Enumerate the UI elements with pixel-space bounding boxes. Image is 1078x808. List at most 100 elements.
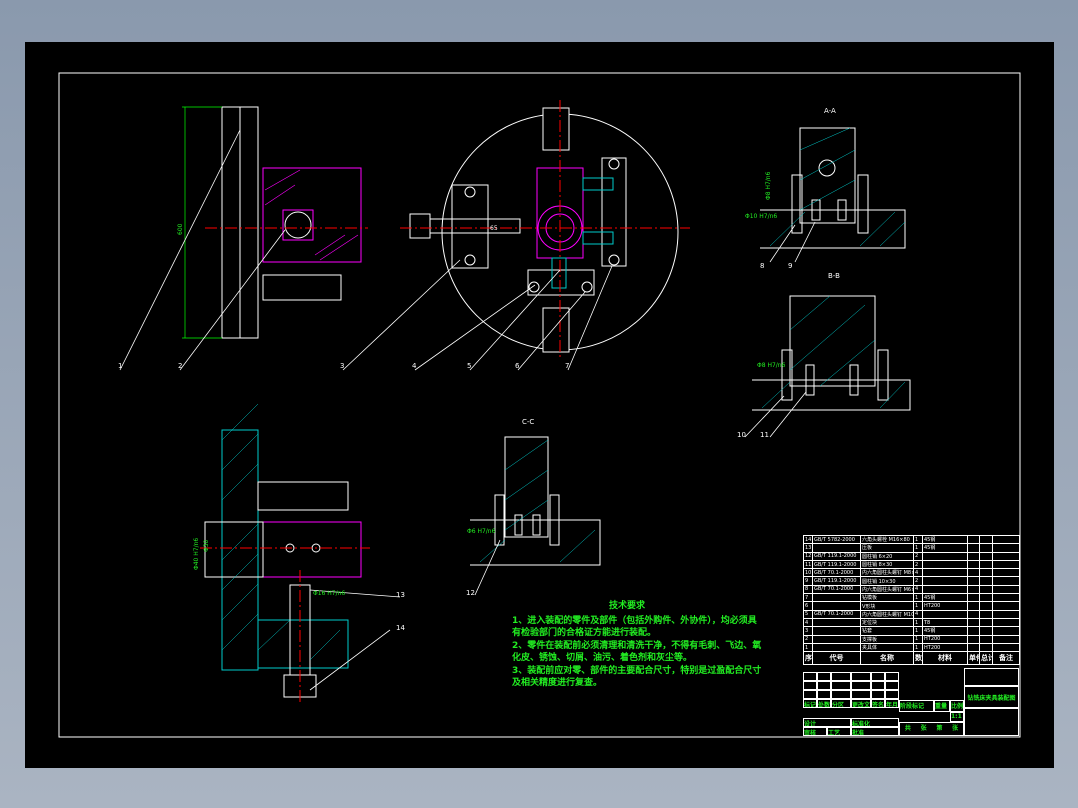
drawing-canvas[interactable]: 1 2 3 4 5 6 7 8 9 10 11 12 13 14 A-A B-B… (25, 42, 1054, 768)
tb-label: 更改文件号 (851, 699, 871, 708)
bom-cell: 圆柱销 10×30 (860, 576, 914, 586)
dim-height-text: 600 (177, 223, 184, 235)
bom-cell: GB/T 70.1-2000 (812, 568, 861, 578)
tb-sheet-no: 第 (936, 725, 943, 732)
technical-requirements: 技术要求 1、进入装配的零件及部件（包括外购件、外协件），均必须具有检验部门的合… (512, 600, 762, 690)
tb-review: 审核 (803, 727, 827, 736)
bom-cell (979, 543, 993, 553)
tb-process: 工艺 (827, 727, 851, 736)
bom-cell (979, 617, 993, 628)
bom-cell: T8 (922, 617, 968, 628)
bom-cell: 钻模板 (860, 593, 914, 603)
tb-drawing-no (964, 708, 1019, 736)
bom-cell (992, 543, 1020, 553)
callout-10: 10 (737, 431, 746, 439)
bom-cell: 定位块 (860, 617, 914, 628)
bom-cell (979, 609, 993, 619)
tb-cell (871, 672, 885, 681)
bom-cell: 1 (913, 543, 923, 553)
bom-cell: 4 (913, 568, 923, 578)
bom-cell (967, 593, 980, 603)
bom-cell: 1 (913, 634, 923, 644)
bom-cell: 4 (913, 609, 923, 619)
bom-cell (992, 601, 1020, 611)
bom-cell: GB/T 5782-2000 (812, 534, 861, 545)
tb-company (964, 668, 1019, 686)
bom-cell (967, 568, 980, 578)
callout-5: 5 (467, 362, 471, 370)
tb-sheets-total: 共 (904, 725, 911, 732)
callout-11: 11 (760, 431, 769, 439)
bom-cell (979, 642, 993, 653)
dim-fit-d: Φ8 H7/n6 (765, 171, 772, 200)
bom-cell (922, 576, 968, 586)
bom-cell: 9 (803, 576, 813, 586)
bom-cell (967, 543, 980, 553)
tb-label: 标记 (803, 699, 817, 708)
bom-cell: GB/T 119.1-2000 (812, 576, 861, 586)
tb-cell (851, 681, 871, 690)
bom-row: 7 钻模板 1 45钢 (803, 593, 1020, 603)
tb-stage: 阶段标记 (899, 700, 934, 712)
bom-cell (812, 601, 861, 611)
dim-fit-b: Φ30 (203, 539, 210, 552)
bom-cell (967, 626, 980, 636)
dim-fit-c: Φ16 H7/n6 (313, 590, 345, 597)
front-section-view (204, 429, 362, 698)
bom-cell (967, 559, 980, 570)
bom-cell (922, 584, 968, 595)
bom-cell (992, 642, 1020, 653)
bom-header-cell: 总计 (979, 651, 993, 666)
bom-row: 9 GB/T 119.1-2000 圆柱销 10×30 2 (803, 576, 1020, 586)
bom-cell: 2 (913, 551, 923, 561)
callout-8: 8 (760, 262, 764, 270)
bom-cell: HT200 (922, 634, 968, 644)
dim-fit-a: Φ40 H7/n6 (193, 538, 200, 570)
bom-cell: 2 (803, 634, 813, 644)
bom-cell: 1 (913, 642, 923, 653)
bom-cell (967, 534, 980, 545)
bom-cell (967, 634, 980, 644)
dim-fit-g: Φ6 H7/n6 (467, 528, 496, 535)
bom-cell (967, 601, 980, 611)
tb-cell (885, 672, 899, 681)
bom-cell: V形块 (860, 601, 914, 611)
bom-cell: 1 (913, 617, 923, 628)
bom-cell (967, 551, 980, 561)
bom-cell: 1 (913, 593, 923, 603)
bom-cell (992, 551, 1020, 561)
bom-cell: 2 (913, 576, 923, 586)
tb-sheets-unit: 张 (920, 725, 927, 732)
bom-cell (992, 609, 1020, 619)
bom-cell: 支撑板 (860, 634, 914, 644)
tb-cell (885, 690, 899, 699)
side-view (221, 106, 362, 339)
bom-header-cell: 单件 (967, 651, 980, 666)
bom-cell: 45钢 (922, 593, 968, 603)
bom-cell (992, 559, 1020, 570)
bom-cell (992, 593, 1020, 603)
bom-cell: 1 (803, 642, 813, 653)
bom-cell: 圆柱销 6×20 (860, 551, 914, 561)
tb-label: 年月日 (885, 699, 899, 708)
tb-label: 处数 (817, 699, 831, 708)
tb-label: 分区 (831, 699, 851, 708)
tb-cell (817, 690, 831, 699)
bom-row: 11 GB/T 119.1-2000 圆柱销 8×30 2 (803, 559, 1020, 570)
tb-cell (817, 672, 831, 681)
callout-9: 9 (788, 262, 792, 270)
section-label-b: B-B (828, 272, 840, 280)
bom-cell (992, 634, 1020, 644)
bom-cell (967, 576, 980, 586)
tb-drawing-title: 钻铣床夹具装配图 (964, 686, 1019, 708)
bom-row: 2 支撑板 1 HT200 (803, 634, 1020, 644)
bom-cell: 12 (803, 551, 813, 561)
callout-13: 13 (396, 591, 405, 599)
bom-header: 序号代号名称数量材料单件总计备注 (803, 651, 1020, 666)
bom-cell (812, 642, 861, 653)
bom-header-cell: 序号 (803, 651, 813, 666)
tb-cell (871, 690, 885, 699)
tb-design: 设计 (803, 718, 851, 727)
bom-cell: 11 (803, 559, 813, 570)
bom-header-cell: 材料 (922, 651, 968, 666)
